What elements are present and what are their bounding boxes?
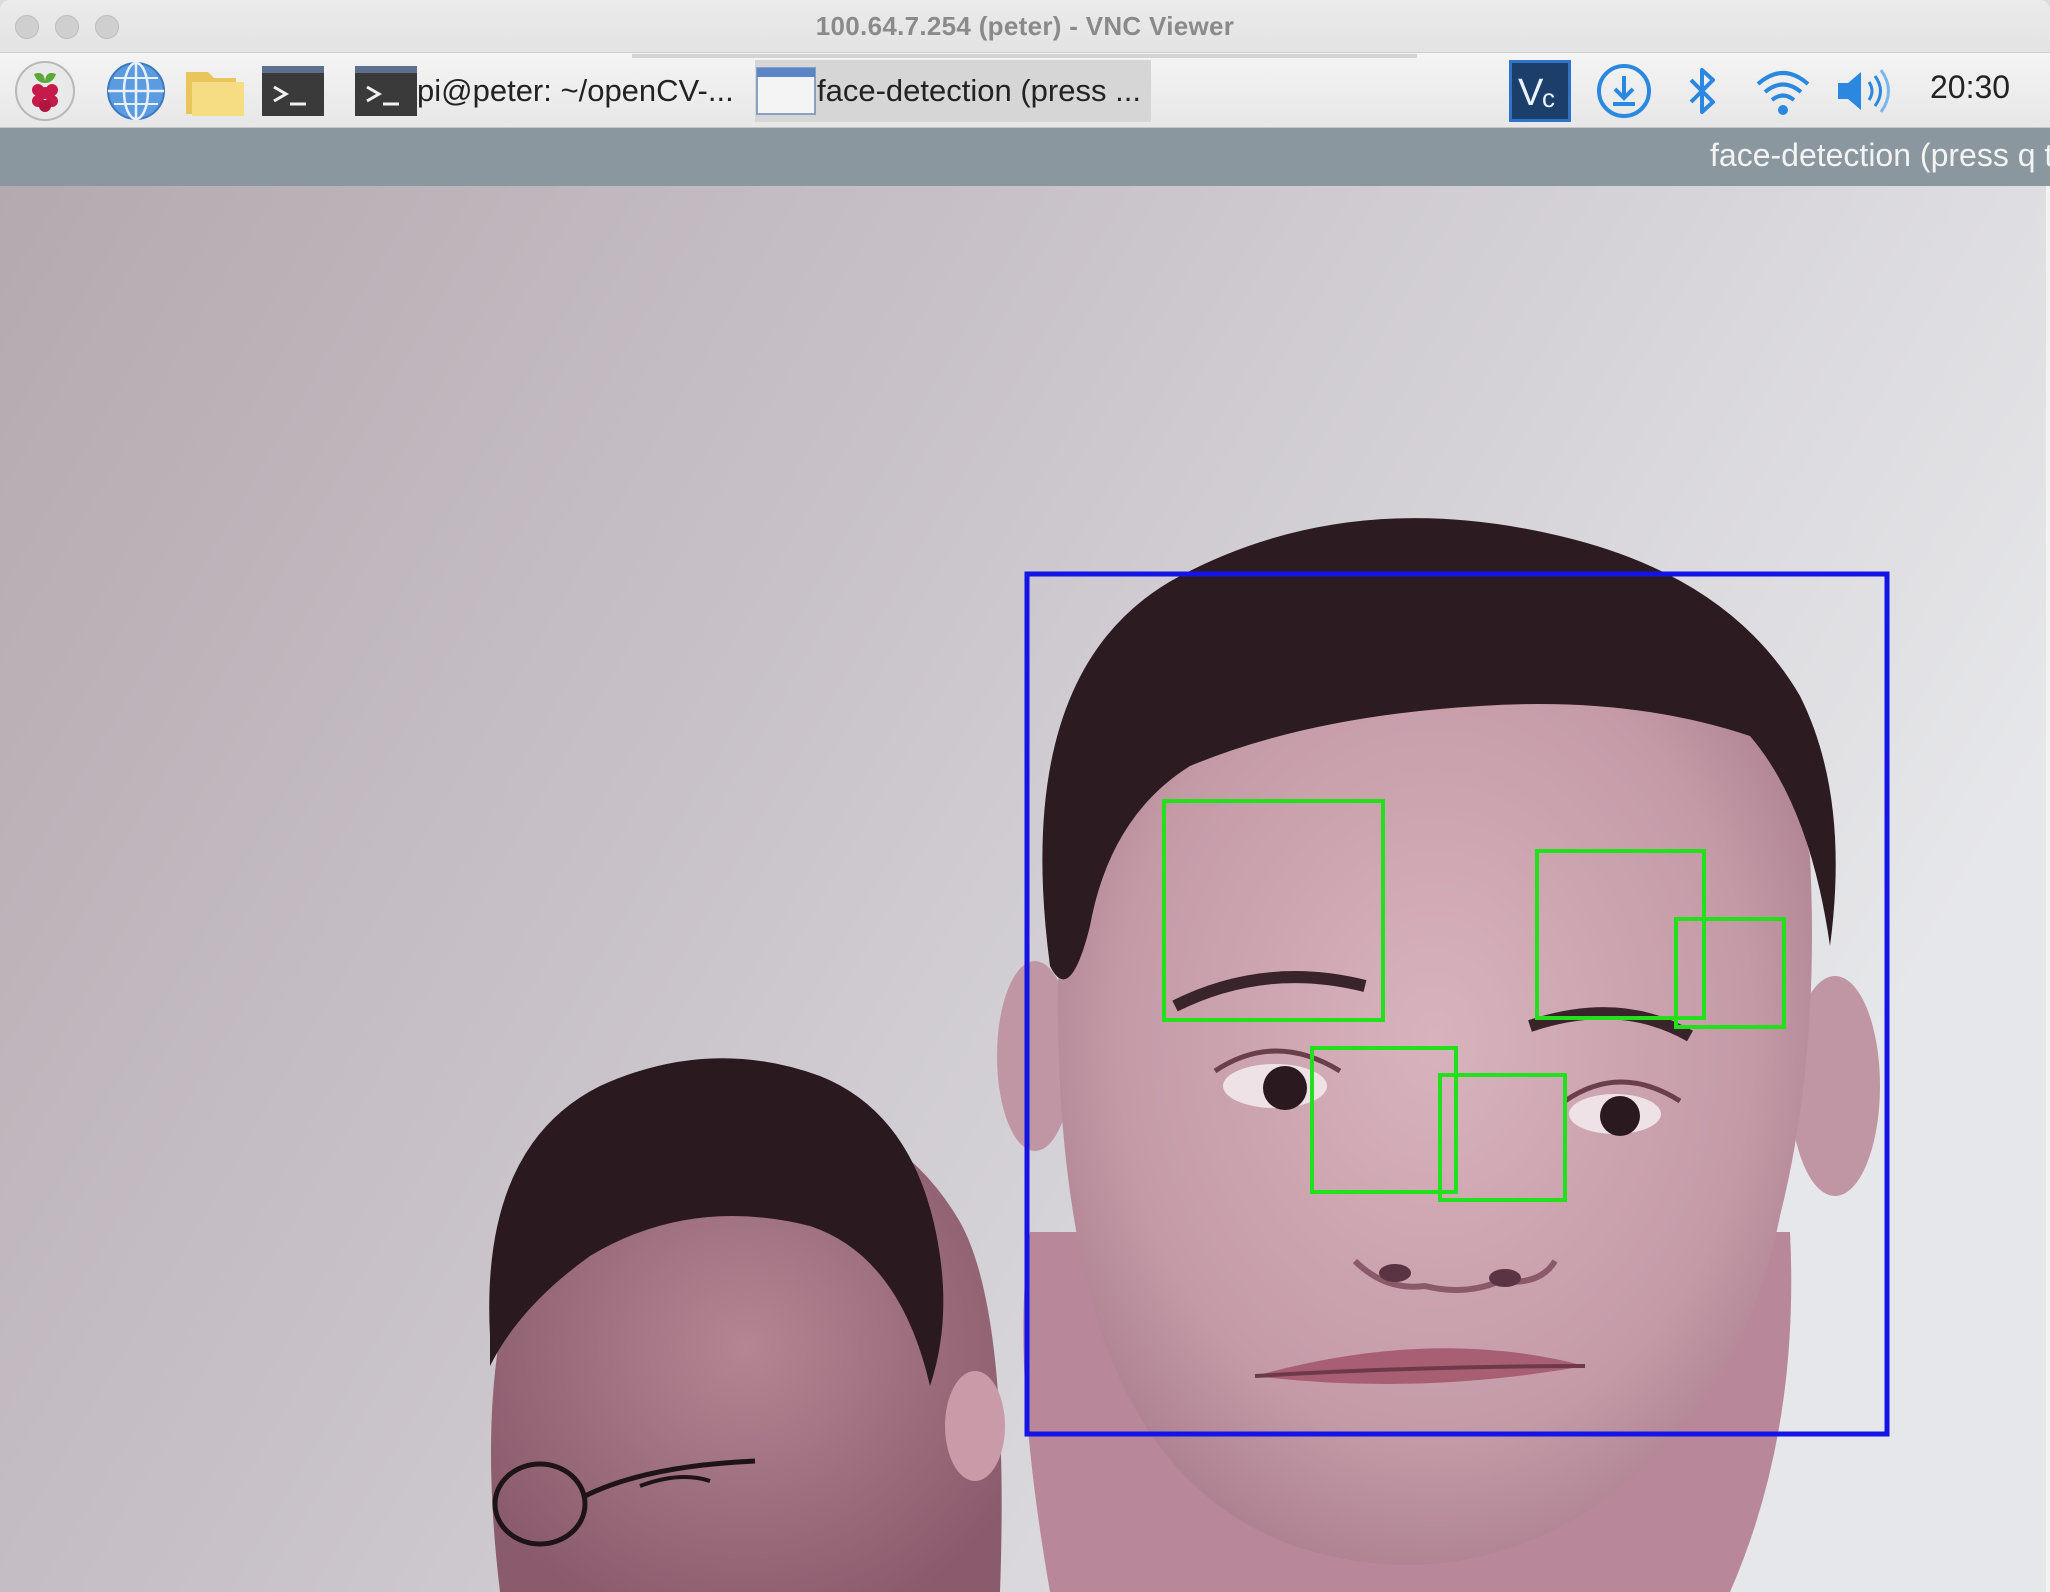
camera-frame-image (0, 186, 2050, 1592)
vnc-server-icon: V c (1518, 72, 1555, 114)
svg-text:c: c (1542, 83, 1555, 113)
title-bar[interactable]: 100.64.7.254 (peter) - VNC Viewer (0, 0, 2050, 53)
task-label: pi@peter: ~/openCV-... (417, 73, 734, 108)
camera-feed (0, 186, 2050, 1592)
vnc-viewer-window: 100.64.7.254 (peter) - VNC Viewer pi@pet… (0, 0, 2050, 1592)
file-manager-folder-icon (186, 72, 244, 116)
taskbar: pi@peter: ~/openCV-... face-detection (p… (0, 53, 2050, 128)
bluetooth-tray-button[interactable] (1671, 60, 1733, 122)
taskbar-divider (632, 54, 1417, 58)
vnc-server-tray-button[interactable]: V c (1509, 60, 1571, 122)
task-terminal[interactable]: pi@peter: ~/openCV-... (355, 60, 755, 122)
file-manager-button[interactable] (184, 60, 246, 122)
web-browser-globe-icon (107, 61, 165, 121)
opencv-window-title: face-detection (press q to quit) (1710, 137, 2050, 173)
raspberry-menu-icon (15, 61, 75, 121)
taskbar-clock[interactable]: 20:30 (1930, 69, 2010, 106)
wifi-icon (1756, 71, 1810, 115)
volume-icon (1838, 69, 1890, 113)
task-label: face-detection (press ... (817, 73, 1141, 108)
terminal-launcher-button[interactable] (262, 60, 324, 122)
terminal-icon (355, 66, 417, 116)
wifi-tray-button[interactable] (1752, 60, 1814, 122)
window-title: 100.64.7.254 (peter) - VNC Viewer (815, 11, 1235, 41)
download-updates-icon (1597, 64, 1651, 118)
window-icon (756, 67, 816, 115)
task-face-detection[interactable]: face-detection (press ... (755, 60, 1151, 122)
svg-text:V: V (1518, 72, 1544, 114)
window-edge (2046, 186, 2050, 1592)
updates-tray-button[interactable] (1593, 60, 1655, 122)
opencv-window-titlebar[interactable]: face-detection (press q to quit) (0, 128, 2050, 186)
web-browser-button[interactable] (105, 60, 167, 122)
main-person (997, 518, 1880, 1592)
terminal-icon (262, 66, 324, 116)
volume-tray-button[interactable] (1832, 60, 1894, 122)
raspberry-menu-button[interactable] (14, 60, 76, 122)
bluetooth-icon (1689, 68, 1715, 114)
